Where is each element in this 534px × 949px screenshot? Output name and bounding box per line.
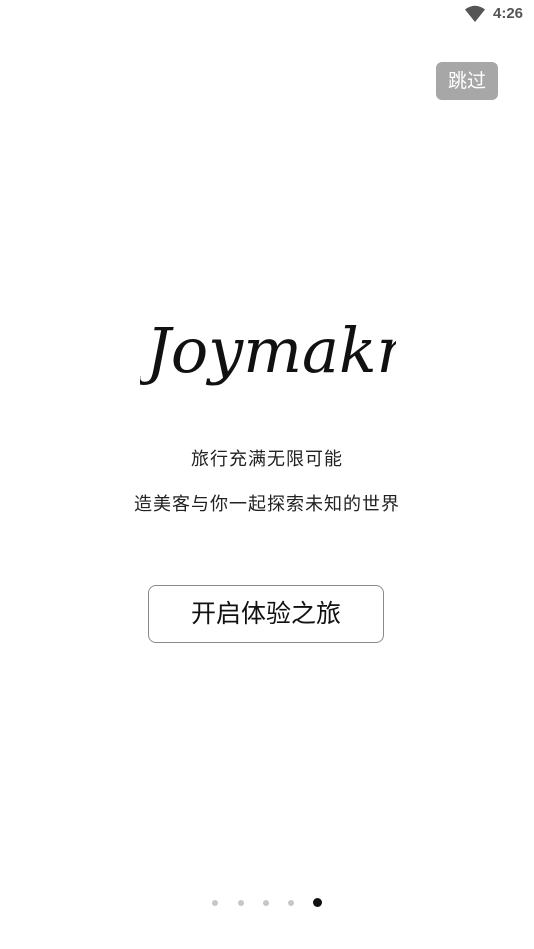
page-dot[interactable] <box>288 900 294 906</box>
page-dot[interactable] <box>212 900 218 906</box>
status-bar: 4:26 <box>0 0 534 28</box>
page-indicator <box>210 897 326 909</box>
page-dot[interactable] <box>238 900 244 906</box>
skip-button[interactable]: 跳过 <box>436 62 498 100</box>
status-time: 4:26 <box>493 5 524 22</box>
logo-text: Joymakr <box>140 314 396 387</box>
wifi-icon <box>465 5 485 22</box>
tagline-secondary: 造美客与你一起探索未知的世界 <box>134 494 400 515</box>
start-experience-button[interactable]: 开启体验之旅 <box>148 585 384 643</box>
page-dot-active[interactable] <box>313 898 322 907</box>
page-dot[interactable] <box>263 900 269 906</box>
joymakr-logo: Joymakr <box>140 314 396 387</box>
tagline-primary: 旅行充满无限可能 <box>191 449 343 470</box>
